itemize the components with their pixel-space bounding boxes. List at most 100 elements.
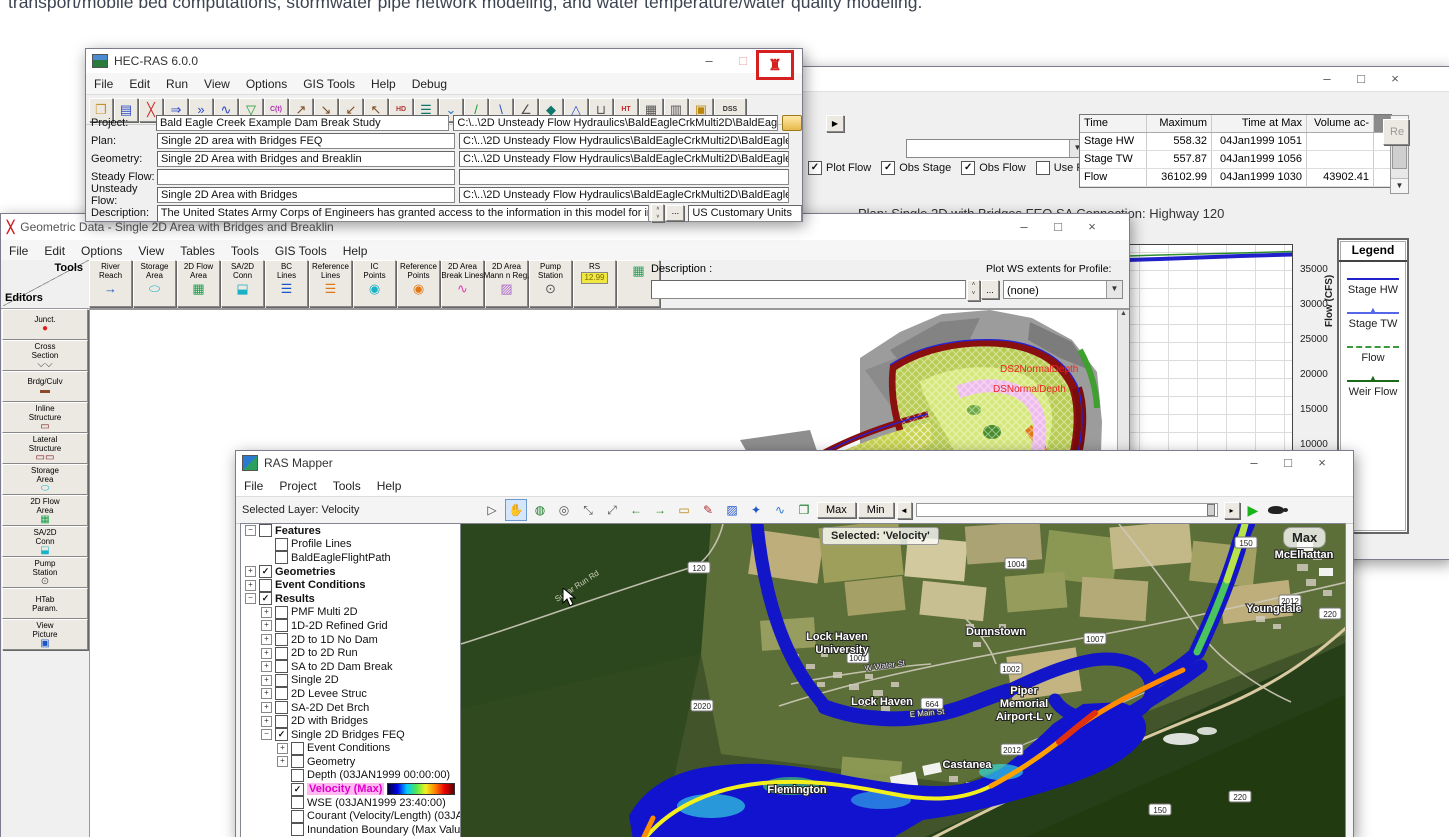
checkbox-box[interactable] — [1036, 161, 1050, 175]
re-button[interactable]: Re — [1383, 119, 1409, 145]
animate-play-button[interactable]: ▶ — [826, 115, 844, 132]
field-path[interactable]: C:\..\2D Unsteady Flow Hydraulics\BaldEa… — [459, 133, 789, 149]
velocity-map-icon[interactable]: ▨ — [721, 499, 743, 521]
tree-item-sa-to-2d-dam-break[interactable]: +SA to 2D Dam Break — [241, 660, 461, 674]
menu-item-file[interactable]: File — [1, 242, 36, 260]
tree-item-1d-2d-refined-grid[interactable]: +1D-2D Refined Grid — [241, 619, 461, 633]
menu-item-debug[interactable]: Debug — [404, 75, 455, 93]
tree-item-2d-with-bridges[interactable]: +2D with Bridges — [241, 714, 461, 728]
menu-item-view[interactable]: View — [130, 242, 172, 260]
tree-item-geometries[interactable]: +✓Geometries — [241, 565, 461, 579]
field-value[interactable]: Single 2D area with Bridges FEQ — [157, 133, 455, 149]
select-cursor-icon[interactable]: ▷ — [481, 499, 503, 521]
tree-item-baldeagleflightpath[interactable]: BaldEagleFlightPath — [241, 551, 461, 565]
tree-item-2d-levee-struc[interactable]: +2D Levee Struc — [241, 687, 461, 701]
checkbox-obs-stage[interactable]: ✓Obs Stage — [881, 161, 951, 175]
checkbox-box[interactable]: ✓ — [961, 161, 975, 175]
play-animation-icon[interactable]: ▶ — [1248, 502, 1259, 519]
maximize-icon[interactable]: □ — [1271, 452, 1305, 474]
river-reach-button[interactable]: RiverReach→ — [89, 260, 132, 307]
description-spinner[interactable]: ˄˅ — [651, 204, 664, 222]
wave-tool-icon[interactable]: ∿ — [769, 499, 791, 521]
close-icon[interactable]: × — [1378, 68, 1412, 90]
tree-checkbox[interactable] — [275, 606, 288, 619]
cross-section-editor-button[interactable]: CrossSection⌵⌵ — [2, 340, 88, 371]
storage-area-button[interactable]: StorageArea⬭ — [133, 260, 176, 307]
field-path[interactable]: C:\..\2D Unsteady Flow Hydraulics\BaldEa… — [459, 187, 789, 203]
tree-checkbox[interactable]: ✓ — [275, 728, 288, 741]
expander-icon[interactable]: + — [277, 756, 288, 767]
sa2d-conn-editor-button[interactable]: SA/2DConn⬓ — [2, 526, 88, 557]
expander-icon[interactable]: + — [261, 675, 272, 686]
tree-checkbox[interactable] — [275, 660, 288, 673]
tree-checkbox[interactable] — [291, 769, 304, 782]
menu-item-gis-tools[interactable]: GIS Tools — [295, 75, 363, 93]
minimize-icon[interactable]: – — [1310, 68, 1344, 90]
geometry-description-input[interactable] — [651, 280, 966, 299]
tree-item-geometry[interactable]: +Geometry — [241, 755, 461, 769]
profile-combo[interactable]: (none) ▼ — [1003, 280, 1123, 299]
expander-icon[interactable]: + — [261, 648, 272, 659]
tree-item-event-conditions[interactable]: +Event Conditions — [241, 742, 461, 756]
node-selector-combo[interactable]: ▼ — [906, 139, 1086, 158]
checkbox-box[interactable]: ✓ — [808, 161, 822, 175]
expander-icon[interactable]: + — [245, 566, 256, 577]
tree-item-profile-lines[interactable]: Profile Lines — [241, 538, 461, 552]
expander-icon[interactable]: + — [261, 634, 272, 645]
zoom-in-icon[interactable]: ◎ — [553, 499, 575, 521]
menu-item-view[interactable]: View — [196, 75, 238, 93]
menu-item-file[interactable]: File — [86, 75, 121, 93]
tree-checkbox[interactable] — [291, 755, 304, 768]
checkbox-box[interactable]: ✓ — [881, 161, 895, 175]
menu-item-options[interactable]: Options — [73, 242, 130, 260]
tree-item-depth-03jan1999-00-00-00-[interactable]: Depth (03JAN1999 00:00:00) — [241, 769, 461, 783]
field-value[interactable]: Single 2D Area with Bridges and Breaklin — [157, 151, 455, 167]
menu-item-help[interactable]: Help — [363, 75, 404, 93]
back-arrow-icon[interactable]: ← — [625, 499, 647, 521]
tree-checkbox[interactable]: ✓ — [291, 783, 304, 796]
menu-item-edit[interactable]: Edit — [121, 75, 158, 93]
sa2d-conn-button[interactable]: SA/2DConn⬓ — [221, 260, 264, 307]
table-row[interactable]: Flow36102.9904Jan1999 103043902.41 — [1080, 169, 1391, 187]
table-row[interactable]: Stage HW558.3204Jan1999 1051 — [1080, 133, 1391, 151]
description-spinner[interactable]: ˄˅ — [967, 280, 980, 301]
tree-checkbox[interactable] — [259, 524, 272, 537]
close-icon[interactable]: × — [1305, 452, 1339, 474]
tree-checkbox[interactable] — [291, 742, 304, 755]
checkbox-obs-flow[interactable]: ✓Obs Flow — [961, 161, 1025, 175]
globe-extents-icon[interactable]: ◍ — [529, 499, 551, 521]
tree-checkbox[interactable] — [291, 810, 304, 823]
step-forward-button[interactable]: ▸ — [1224, 502, 1240, 519]
prev-timestep-button[interactable]: ◄ — [897, 502, 912, 519]
field-value[interactable]: Bald Eagle Creek Example Dam Break Study — [156, 115, 449, 131]
reference-points-button[interactable]: ReferencePoints◉ — [397, 260, 440, 307]
description-ellipsis-button[interactable]: ... — [981, 280, 999, 299]
minimize-icon[interactable]: – — [1237, 452, 1271, 474]
profile-pen-icon[interactable]: ✎ — [697, 499, 719, 521]
menu-item-gis-tools[interactable]: GIS Tools — [267, 242, 335, 260]
minimize-icon[interactable]: – — [1007, 216, 1041, 238]
tree-item-event-conditions[interactable]: +Event Conditions — [241, 578, 461, 592]
expander-icon[interactable]: − — [261, 729, 272, 740]
field-path[interactable]: C:\..\2D Unsteady Flow Hydraulics\BaldEa… — [453, 115, 778, 131]
tree-checkbox[interactable] — [275, 538, 288, 551]
expander-icon[interactable]: + — [261, 688, 272, 699]
tree-item-pmf-multi-2d[interactable]: +PMF Multi 2D — [241, 606, 461, 620]
bc-lines-button[interactable]: BCLines☰ — [265, 260, 308, 307]
tree-checkbox[interactable] — [275, 701, 288, 714]
checkbox-plot-flow[interactable]: ✓Plot Flow — [808, 161, 871, 175]
maximize-icon[interactable]: □ — [1041, 216, 1075, 238]
tree-checkbox[interactable]: ✓ — [259, 565, 272, 578]
field-path[interactable] — [459, 169, 789, 185]
expander-icon[interactable]: − — [245, 593, 256, 604]
tree-checkbox[interactable] — [291, 796, 304, 809]
pan-hand-icon[interactable]: ✋ — [505, 499, 527, 521]
tree-item-results[interactable]: −✓Results — [241, 592, 461, 606]
menu-item-tools[interactable]: Tools — [325, 477, 369, 495]
time-slider[interactable] — [916, 503, 1218, 517]
tree-checkbox[interactable] — [275, 647, 288, 660]
menu-item-project[interactable]: Project — [271, 477, 324, 495]
field-path[interactable]: C:\..\2D Unsteady Flow Hydraulics\BaldEa… — [459, 151, 789, 167]
2d-flow-area-editor-button[interactable]: 2D FlowArea▦ — [2, 495, 88, 526]
tree-checkbox[interactable] — [275, 633, 288, 646]
